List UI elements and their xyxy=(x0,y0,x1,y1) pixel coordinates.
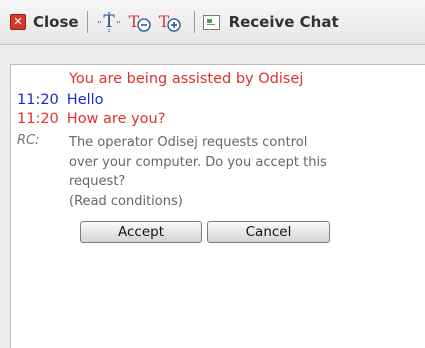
cancel-button[interactable]: Cancel xyxy=(207,221,330,243)
svg-text:T: T xyxy=(158,12,169,31)
close-button[interactable]: ✕ Close xyxy=(10,7,79,37)
accept-button[interactable]: Accept xyxy=(80,221,202,243)
remote-control-text: The operator Odisej requests control ove… xyxy=(69,135,327,189)
assist-notice: You are being assisted by Odisej xyxy=(69,71,304,87)
font-style-icon[interactable]: T xyxy=(96,11,122,33)
chat-panel: You are being assisted by Odisej 11:20 He… xyxy=(10,64,425,348)
chat-message: 11:20 Hello xyxy=(17,92,104,108)
decrease-font-icon[interactable]: T xyxy=(126,11,152,33)
close-label: Close xyxy=(33,13,79,31)
message-text: Hello xyxy=(66,92,104,108)
increase-font-icon[interactable]: T xyxy=(156,11,182,33)
receive-chat-label: Receive Chat xyxy=(228,13,339,31)
svg-text:T: T xyxy=(128,12,139,31)
remote-control-tag: RC: xyxy=(17,133,40,148)
message-time: 11:20 xyxy=(17,111,59,127)
toolbar: ✕ Close T T T Receive Chat xyxy=(0,0,425,45)
chat-message: 11:20 How are you? xyxy=(17,111,165,127)
remote-control-request: The operator Odisej requests control ove… xyxy=(69,133,339,211)
toolbar-separator xyxy=(193,11,195,33)
close-icon: ✕ xyxy=(10,14,26,30)
toolbar-separator xyxy=(86,11,88,33)
message-text: How are you? xyxy=(66,111,166,127)
message-time: 11:20 xyxy=(17,92,59,108)
receive-chat-icon xyxy=(202,14,220,30)
receive-chat-button[interactable]: Receive Chat xyxy=(202,7,339,37)
read-conditions-link[interactable]: (Read conditions) xyxy=(69,194,183,209)
